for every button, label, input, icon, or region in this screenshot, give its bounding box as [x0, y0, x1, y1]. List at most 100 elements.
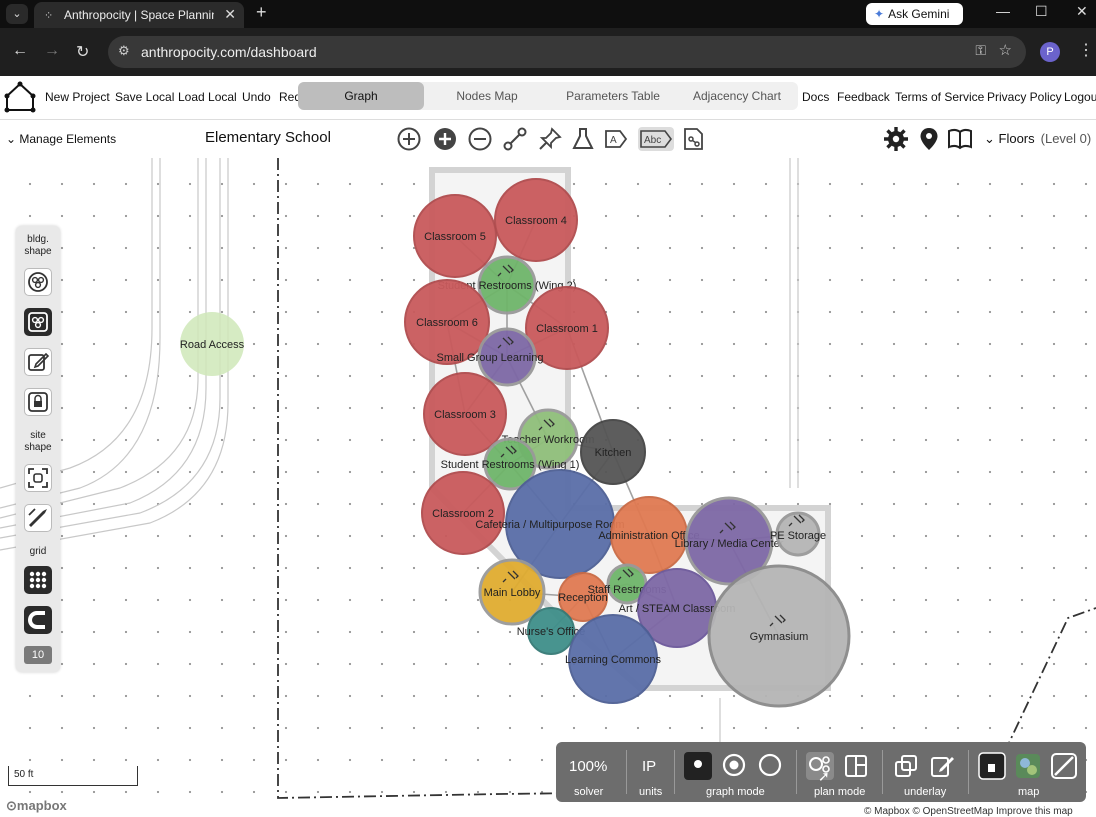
graph-mode-circle-button[interactable] — [756, 752, 784, 780]
lock-shape-button[interactable] — [24, 388, 52, 416]
units-value[interactable]: IP — [642, 758, 656, 775]
manage-elements-toggle[interactable]: ⌄ Manage Elements — [6, 132, 116, 146]
url-field[interactable]: ⚙ anthropocity.com/dashboard ⚿ ☆ — [108, 36, 1026, 68]
graph-mode-dot-button[interactable] — [684, 752, 712, 780]
underlay-layers-button[interactable] — [892, 752, 920, 780]
floors-selector[interactable]: ⌄ Floors (Level 0) — [984, 131, 1091, 147]
snap-magnet-button[interactable] — [24, 606, 52, 634]
password-key-icon[interactable]: ⚿ — [975, 42, 986, 59]
site-draw-button[interactable] — [24, 504, 52, 532]
ask-gemini-button[interactable]: ✦ Ask Gemini — [866, 3, 963, 25]
node-gymnasium[interactable]: Gymnasium — [707, 564, 851, 708]
load-local-link[interactable]: Load Local — [178, 90, 237, 104]
tab-graph[interactable]: Graph — [298, 82, 424, 110]
svg-text:Classroom 1: Classroom 1 — [536, 323, 598, 335]
view-tabs: Graph Nodes Map Parameters Table Adjacen… — [298, 82, 798, 110]
link-icon[interactable] — [502, 126, 528, 152]
graph-svg[interactable]: Classroom 5 Classroom 4 Student Restroom… — [0, 158, 1096, 817]
map-attribution[interactable]: © Mapbox © OpenStreetMap Improve this ma… — [864, 806, 1073, 817]
bubble-shape-active-button[interactable] — [24, 308, 52, 336]
node-classroom-4[interactable]: Classroom 4 — [494, 178, 578, 262]
zoom-value[interactable]: 100% — [569, 758, 607, 775]
separator — [674, 750, 675, 794]
add-node-icon[interactable] — [396, 126, 422, 152]
edit-shape-button[interactable] — [24, 348, 52, 376]
tab-search-button[interactable]: ⌄ — [6, 4, 28, 24]
separator — [626, 750, 627, 794]
grid-dots-button[interactable] — [24, 566, 52, 594]
site-select-button[interactable] — [24, 464, 52, 492]
tab-parameters-table[interactable]: Parameters Table — [550, 82, 676, 110]
manage-elements-label: Manage Elements — [19, 132, 117, 146]
plan-mode-layout-button[interactable] — [842, 752, 870, 780]
location-pin-icon[interactable] — [916, 126, 942, 152]
underlay-edit-button[interactable] — [928, 752, 956, 780]
close-window-icon[interactable]: ✕ — [1076, 3, 1088, 20]
close-tab-icon[interactable]: ✕ — [224, 6, 236, 23]
map-satellite-button[interactable] — [1014, 752, 1042, 780]
graph-mode-label: graph mode — [706, 786, 765, 798]
tab-nodes-map[interactable]: Nodes Map — [424, 82, 550, 110]
grid-label: grid — [29, 546, 47, 557]
svg-text:Abc: Abc — [644, 135, 661, 146]
book-icon[interactable] — [947, 126, 973, 152]
forward-icon[interactable]: → — [44, 42, 60, 60]
maximize-icon[interactable]: ☐ — [1035, 3, 1048, 20]
graph-canvas[interactable]: Classroom 5 Classroom 4 Student Restroom… — [0, 158, 1096, 817]
map-off-button[interactable] — [1050, 752, 1078, 780]
new-tab-button[interactable]: + — [256, 2, 267, 23]
app-header: New Project Save Local Load Local Undo R… — [0, 76, 1096, 120]
browser-menu-icon[interactable]: ⋮ — [1078, 40, 1094, 60]
svg-text:Classroom 6: Classroom 6 — [416, 317, 478, 329]
add-filled-icon[interactable] — [432, 126, 458, 152]
settings-gear-icon[interactable] — [883, 126, 909, 152]
map-dark-button[interactable] — [978, 752, 1006, 780]
browser-tab[interactable]: ⁘ Anthropocity | Space Planning ✕ — [34, 2, 244, 28]
grid-dots-icon — [29, 571, 47, 589]
abc-label-icon[interactable]: Abc — [638, 126, 674, 152]
flask-icon[interactable] — [570, 126, 596, 152]
grid-size-value[interactable]: 10 — [24, 646, 52, 664]
svg-text:Main Lobby: Main Lobby — [484, 587, 541, 599]
node-road-access[interactable]: Road Access — [180, 312, 245, 376]
node-classroom-5[interactable]: Classroom 5 — [413, 194, 497, 278]
bottom-toolbar: 100% solver IP units graph mode plan mod… — [556, 742, 1086, 802]
bookmark-star-icon[interactable]: ☆ — [999, 41, 1012, 59]
mapbox-text: mapbox — [16, 798, 67, 813]
minimize-icon[interactable]: — — [996, 3, 1010, 19]
remove-icon[interactable] — [467, 126, 493, 152]
terms-link[interactable]: Terms of Service — [895, 90, 984, 104]
level-label: (Level 0) — [1040, 131, 1092, 146]
plan-mode-label: plan mode — [814, 786, 866, 798]
bubble-shape-button[interactable] — [24, 268, 52, 296]
profile-avatar[interactable]: P — [1040, 42, 1060, 62]
pin-icon[interactable] — [537, 126, 563, 152]
svg-text:Small Group Learning: Small Group Learning — [436, 352, 543, 364]
logout-link[interactable]: Logout — [1064, 90, 1096, 104]
node-kitchen[interactable]: Kitchen — [580, 419, 646, 485]
privacy-link[interactable]: Privacy Policy — [987, 90, 1062, 104]
graph-mode-ring-button[interactable] — [720, 752, 748, 780]
home-logo-icon[interactable] — [3, 80, 37, 114]
node-classroom-3[interactable]: Classroom 3 — [423, 372, 507, 456]
label-icon[interactable]: A — [603, 126, 629, 152]
docs-link[interactable]: Docs — [802, 90, 829, 104]
new-project-link[interactable]: New Project — [45, 90, 110, 104]
solver-label: solver — [574, 786, 604, 798]
site-info-icon[interactable]: ⚙ — [118, 43, 130, 59]
project-toolbar: ⌄ Manage Elements Elementary School A Ab… — [0, 120, 1096, 158]
feedback-link[interactable]: Feedback — [837, 90, 890, 104]
undo-link[interactable]: Undo — [242, 90, 271, 104]
floors-label: Floors — [998, 131, 1035, 146]
node-classroom-2[interactable]: Classroom 2 — [421, 471, 505, 555]
edit-icon — [28, 352, 50, 371]
tab-title: Anthropocity | Space Planning — [64, 8, 214, 22]
save-local-link[interactable]: Save Local — [115, 90, 174, 104]
reload-icon[interactable]: ↻ — [76, 42, 89, 62]
units-label: units — [639, 786, 663, 798]
back-icon[interactable]: ← — [12, 42, 28, 60]
tab-adjacency-chart[interactable]: Adjacency Chart — [676, 82, 798, 110]
export-icon[interactable] — [681, 126, 707, 152]
scale-label: 50 ft — [14, 769, 34, 780]
project-title: Elementary School — [205, 129, 331, 146]
